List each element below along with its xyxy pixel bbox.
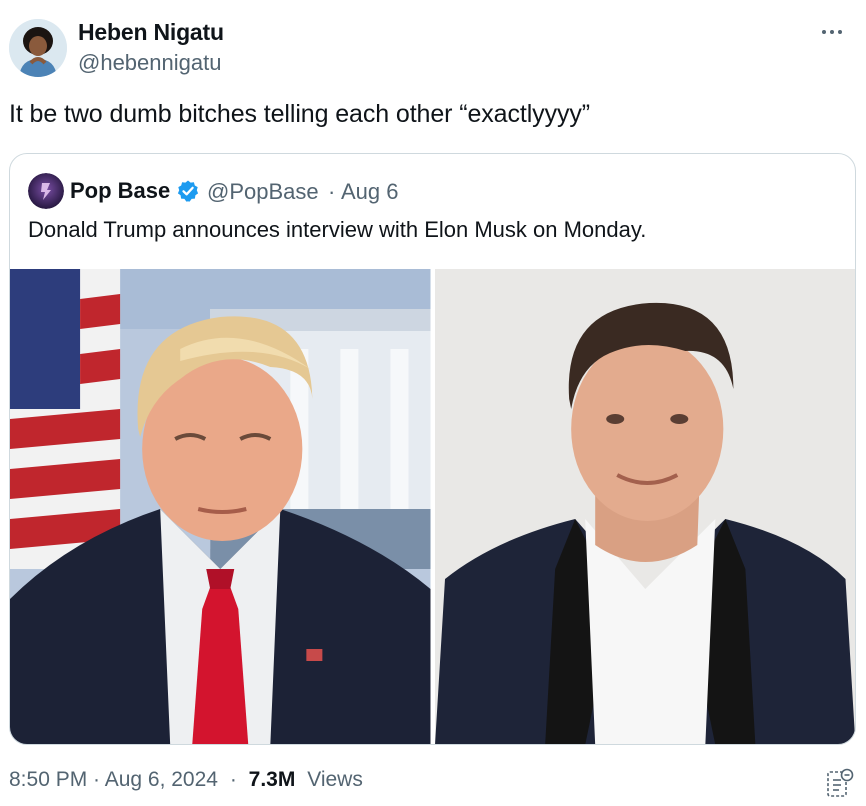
- photo-musk-icon: [434, 269, 855, 744]
- verified-badge-icon: [177, 180, 199, 202]
- analytics-icon[interactable]: [826, 768, 854, 798]
- views-count: 7.3M: [248, 768, 296, 791]
- quote-date[interactable]: Aug 6: [341, 179, 399, 205]
- quote-photo-right[interactable]: [434, 269, 855, 744]
- photo-trump-icon: [10, 269, 431, 744]
- meta-separator: ·: [229, 768, 237, 791]
- pop-base-logo-icon: [28, 173, 64, 209]
- quote-author-name[interactable]: Pop Base: [70, 178, 170, 204]
- quote-separator: ·: [328, 179, 336, 204]
- quote-author-avatar[interactable]: [28, 173, 64, 209]
- quoted-tweet-card[interactable]: Pop Base @PopBase · Aug 6 Donald Trump a…: [9, 153, 856, 745]
- quote-author-handle[interactable]: @PopBase: [207, 179, 319, 205]
- more-options-button[interactable]: [814, 18, 850, 46]
- tweet-timestamp[interactable]: 8:50 PM · Aug 6, 2024: [9, 768, 218, 791]
- views-label: Views: [307, 768, 363, 791]
- tweet-meta: 8:50 PM · Aug 6, 2024 · 7.3M Views: [9, 768, 363, 792]
- tweet-text: It be two dumb bitches telling each othe…: [9, 100, 590, 128]
- quote-media[interactable]: [10, 269, 855, 744]
- avatar-image: [9, 19, 67, 77]
- more-dot-icon: [822, 30, 826, 34]
- quote-text: Donald Trump announces interview with El…: [28, 217, 647, 242]
- more-dot-icon: [830, 30, 834, 34]
- more-dot-icon: [838, 30, 842, 34]
- author-handle[interactable]: @hebennigatu: [78, 50, 221, 76]
- author-name[interactable]: Heben Nigatu: [78, 19, 224, 46]
- author-avatar[interactable]: [9, 19, 67, 77]
- quote-photo-left[interactable]: [10, 269, 431, 744]
